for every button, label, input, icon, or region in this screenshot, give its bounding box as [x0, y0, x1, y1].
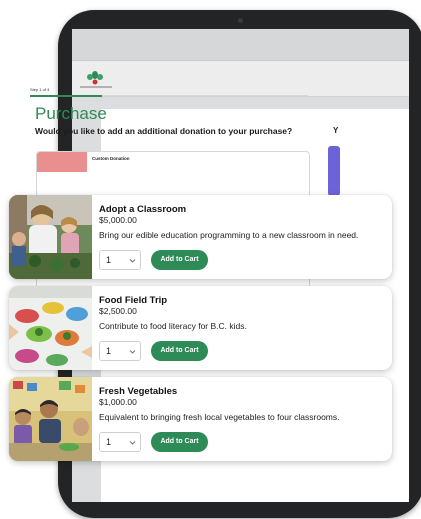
- camera-dot: [238, 18, 243, 23]
- card-price: $2,500.00: [99, 306, 137, 316]
- card-description: Bring our edible education programming t…: [99, 230, 359, 240]
- add-to-cart-button[interactable]: Add to Cart: [151, 250, 208, 270]
- card-body: Food Field Trip $2,500.00 Contribute to …: [99, 286, 384, 370]
- quantity-value: 1: [106, 437, 112, 447]
- step-indicator: Step 1 of 4: [30, 87, 50, 92]
- browser-bar: [72, 29, 409, 61]
- donation-question: Would you like to add an additional dona…: [35, 126, 293, 136]
- card-description: Contribute to food literacy for B.C. kid…: [99, 321, 247, 331]
- progress-fill: [30, 94, 102, 97]
- classroom-kids-photo: [9, 377, 92, 461]
- chevron-down-icon: [129, 259, 136, 263]
- card-price: $5,000.00: [99, 215, 137, 225]
- quantity-select[interactable]: 1: [99, 341, 141, 361]
- chevron-down-icon: [129, 350, 136, 354]
- card-description: Equivalent to bringing fresh local veget…: [99, 412, 340, 422]
- chevron-down-icon: [129, 441, 136, 445]
- side-card[interactable]: [328, 146, 340, 196]
- card-body: Fresh Vegetables $1,000.00 Equivalent to…: [99, 377, 384, 461]
- add-to-cart-button[interactable]: Add to Cart: [151, 432, 208, 452]
- card-title: Fresh Vegetables: [99, 386, 178, 397]
- card-title: Food Field Trip: [99, 295, 168, 306]
- site-header: [72, 61, 409, 97]
- card-price: $1,000.00: [99, 397, 137, 407]
- site-logo[interactable]: [78, 69, 116, 91]
- custom-donation-title: Custom Donation: [92, 156, 130, 161]
- side-question-fragment: Y: [333, 126, 339, 135]
- logo-icon: [80, 71, 112, 88]
- custom-donation-thumbnail: [37, 152, 87, 172]
- quantity-value: 1: [106, 346, 112, 356]
- donation-card-fresh-vegetables: Fresh Vegetables $1,000.00 Equivalent to…: [9, 377, 392, 461]
- donation-card-food-field-trip: Food Field Trip $2,500.00 Contribute to …: [9, 286, 392, 370]
- card-title: Adopt a Classroom: [99, 204, 187, 215]
- quantity-value: 1: [106, 255, 112, 265]
- children-planting-photo: [9, 195, 92, 279]
- add-to-cart-button[interactable]: Add to Cart: [151, 341, 208, 361]
- salad-bowls-photo: [9, 286, 92, 370]
- quantity-select[interactable]: 1: [99, 250, 141, 270]
- donation-card-adopt-classroom: Adopt a Classroom $5,000.00 Bring our ed…: [9, 195, 392, 279]
- quantity-select[interactable]: 1: [99, 432, 141, 452]
- card-body: Adopt a Classroom $5,000.00 Bring our ed…: [99, 195, 384, 279]
- page-title: Purchase: [35, 104, 107, 123]
